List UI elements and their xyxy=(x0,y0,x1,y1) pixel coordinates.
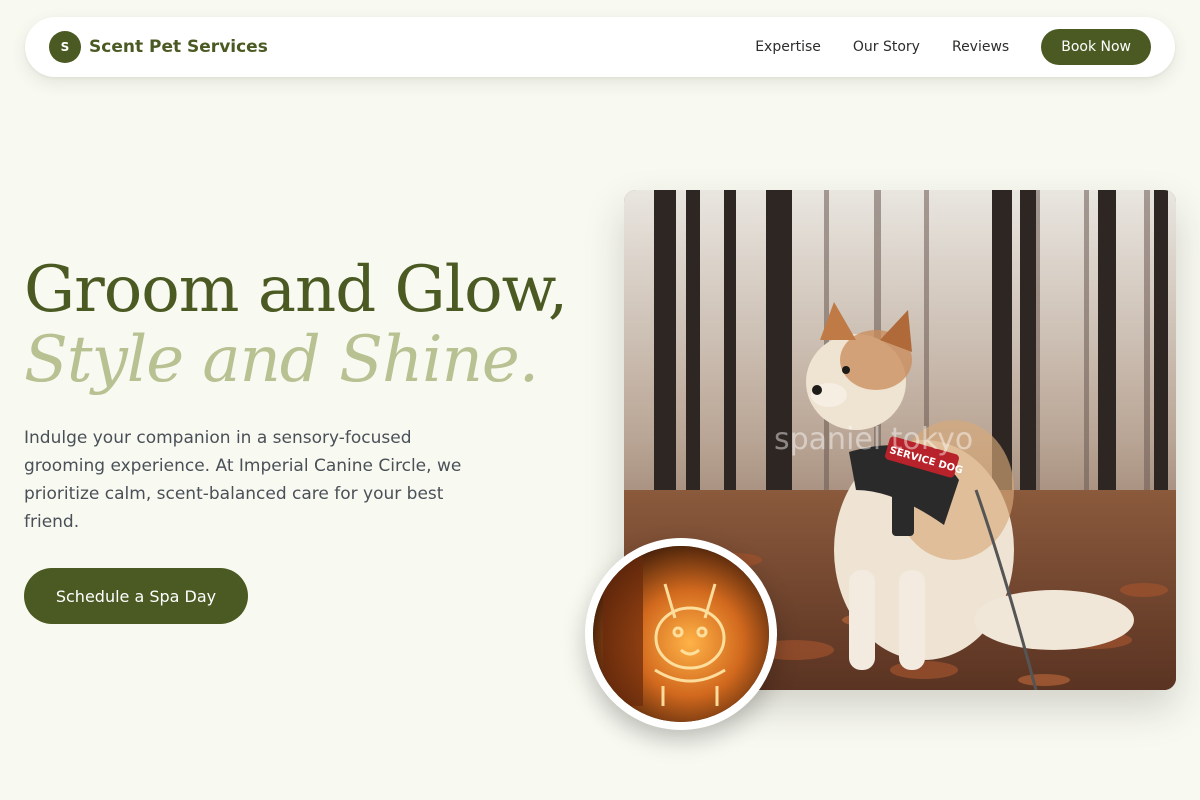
book-now-button[interactable]: Book Now xyxy=(1041,29,1151,65)
schedule-spa-day-button[interactable]: Schedule a Spa Day xyxy=(24,568,248,624)
nav-link-our-story[interactable]: Our Story xyxy=(853,39,920,55)
hero-title-line2: Style and Shine. xyxy=(24,323,539,397)
photo-watermark: spaniel tokyo xyxy=(774,422,974,457)
badge-photo-neon-dog xyxy=(593,546,769,722)
navbar: S Scent Pet Services Expertise Our Story… xyxy=(25,17,1175,77)
neon-dog-illustration xyxy=(593,546,769,722)
nav-link-expertise[interactable]: Expertise xyxy=(755,39,821,55)
hero-title: Groom and Glow, Style and Shine. xyxy=(24,253,568,397)
badge-photo-frame xyxy=(585,538,777,730)
logo-icon[interactable]: S xyxy=(49,31,81,63)
hero-description: Indulge your companion in a sensory-focu… xyxy=(24,428,462,532)
hero-title-line1: Groom and Glow, xyxy=(24,253,568,327)
nav-links: Expertise Our Story Reviews Book Now xyxy=(723,29,1151,65)
nav-link-reviews[interactable]: Reviews xyxy=(952,39,1009,55)
brand-name[interactable]: Scent Pet Services xyxy=(89,37,268,57)
